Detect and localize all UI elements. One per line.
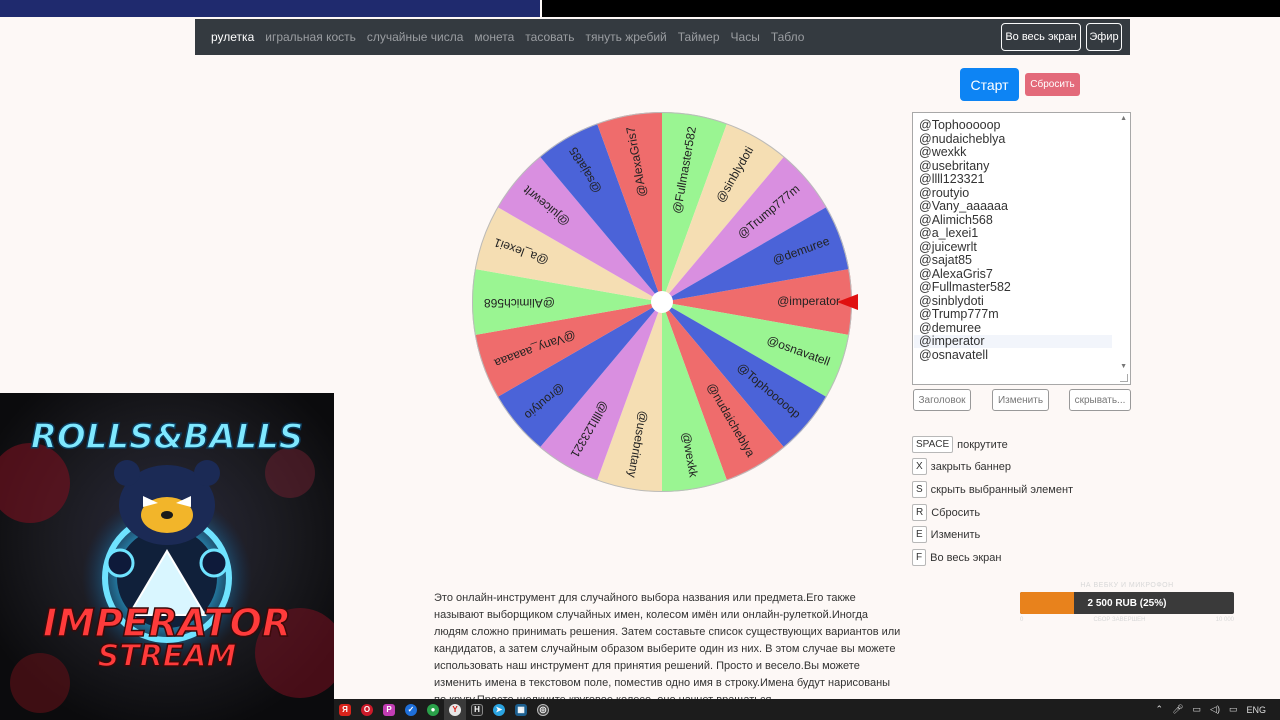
browser-top-strip [0,0,540,17]
opera-icon[interactable]: O [356,699,378,720]
key-cap: E [912,526,927,543]
system-tray: ⌃ 🎤︎ ▭ ◁) ▭ ENG [1147,699,1266,720]
nav-timer[interactable]: Таймер [678,30,720,44]
donation-title: НА ВЕБКУ И МИКРОФОН [1080,582,1174,589]
names-list-item: @a_lexei1 [919,226,979,240]
shortcut-label: Во весь экран [930,551,1002,564]
donation-amount: 2 500 RUB (25%) [1087,597,1167,609]
fullscreen-button[interactable]: Во весь экран [1001,23,1081,51]
input-language[interactable]: ENG [1246,705,1266,715]
microphone-icon[interactable]: 🎤︎ [1172,704,1183,715]
shortcut-label: закрыть баннер [930,460,1012,473]
key-cap: R [912,504,928,521]
shortcut-e: E Изменить [912,526,980,543]
names-list-item: @juicewrlt [919,239,977,254]
names-list-item: @Vany_aaaaaa [919,199,1008,213]
check-app-icon[interactable]: ✓ [400,699,422,720]
chrome-icon[interactable]: ● [422,699,444,720]
shortcut-label: Сбросить [931,506,981,519]
roulette-wheel[interactable]: @imperator @osnavatell @Tophooooop @nudaich… [472,112,858,492]
shortcut-f: F Во весь экран [912,549,1001,566]
title-button[interactable]: Заголовок [913,389,971,411]
names-list-item: @Tophooooop [919,118,1001,132]
browser-top-strip-dark [542,0,1280,17]
volume-icon[interactable]: ◁) [1210,704,1220,715]
names-list-item: @osnavatell [919,347,988,362]
donation-min: 0 [1020,617,1024,623]
key-cap: S [912,481,927,498]
nav-scoreboard[interactable]: Табло [771,30,805,44]
resize-grip-icon[interactable] [1120,374,1128,382]
yandex-icon[interactable]: Я [334,699,356,720]
names-list-item: @nudaicheblya [919,131,1006,146]
scroll-up-arrow-icon[interactable]: ▲ [1120,115,1127,122]
telegram-icon[interactable]: ➤ [488,699,510,720]
shortcut-s: S скрыть выбранный элемент [912,481,1073,498]
shortcut-label: покрутите [957,438,1008,451]
donation-goal-widget: НА ВЕБКУ И МИКРОФОН 2 500 RUB (25%) 0 СБ… [1020,582,1234,623]
nav-draw-lots[interactable]: тянуть жребий [586,30,667,44]
nav-coin[interactable]: монета [474,30,514,44]
names-list-item: @routyio [919,185,970,200]
names-list-item: @Alimich568 [919,212,993,227]
names-list-item: @wexkk [919,145,967,159]
donation-status: СБОР ЗАВЕРШЕН [1093,617,1146,623]
nav-shuffle[interactable]: тасовать [525,30,574,44]
battery-icon[interactable]: ▭ [1229,704,1238,715]
network-icon[interactable]: ▭ [1193,704,1202,715]
key-cap: SPACE [912,436,954,453]
shortcut-space: SPACE покрутите [912,436,1008,453]
names-list-item: @llll123321 [919,172,985,186]
reset-button[interactable]: Сбросить [1025,73,1080,96]
names-list: @Tophooooop @nudaicheblya @wexkk @usebritan… [919,118,1130,362]
logo-title-top: ROLLS&BALLS [31,417,304,457]
edit-button[interactable]: Изменить [992,389,1049,411]
names-textarea[interactable]: @Tophooooop @nudaicheblya @wexkk @usebritan… [912,112,1131,385]
yandex-browser-icon[interactable]: Y [444,699,466,720]
pycharm-icon[interactable]: P [378,699,400,720]
start-button[interactable]: Старт [960,68,1019,101]
shortcut-r: R Сбросить [912,504,980,521]
names-list-item: @sinblydoti [919,293,984,308]
scroll-down-arrow-icon[interactable]: ▼ [1120,363,1127,370]
nav-dice[interactable]: игральная кость [265,30,356,44]
wheel-hub [651,291,673,313]
shortcut-label: Изменить [930,528,981,541]
donation-max: 10 000 [1215,617,1234,623]
donation-footer: 0 СБОР ЗАВЕРШЕН 10 000 [1020,617,1234,623]
names-list-item: @Fullmaster582 [919,280,1011,294]
donation-progress-bar: 2 500 RUB (25%) [1020,592,1234,614]
stream-overlay-logo: ROLLS&BALLS IMPERATOR STREAM [0,393,334,720]
names-list-item: @demuree [919,320,982,335]
hide-button[interactable]: скрывать... [1069,389,1131,411]
key-cap: F [912,549,927,566]
tray-chevron-icon[interactable]: ⌃ [1156,704,1164,715]
windows-taskbar: Я O P ✓ ● Y H ➤ ▦ ◎ ⌃ 🎤︎ ▭ ◁) ▭ ENG [334,699,1280,720]
nav-roulette[interactable]: рулетка [211,30,254,44]
names-list-item: @usebritany [919,158,990,173]
wheel-segment-label: @imperator [777,294,840,308]
names-list-item: @imperator [919,334,985,348]
names-list-item: @Trump777m [919,307,999,321]
names-list-item: @AlexaGris7 [919,266,993,281]
wheel-canvas[interactable]: @imperator@osnavatell@Tophooooop@nudaich… [472,112,862,492]
names-list-item: @sajat85 [919,253,972,267]
logo-title-bottom-2: STREAM [98,639,237,674]
obs-icon[interactable]: ◎ [532,699,554,720]
key-cap: X [912,458,927,475]
nav-clock[interactable]: Часы [731,30,760,44]
nav-random-numbers[interactable]: случайные числа [367,30,464,44]
live-button[interactable]: Эфир [1086,23,1122,51]
top-navbar: рулетка игральная кость случайные числа … [195,19,1130,55]
description-text: Это онлайн-инструмент для случайного выб… [434,592,901,706]
wheel-segment-label: @Alimich568 [484,296,555,310]
streaming-app-icon[interactable]: ▦ [510,699,532,720]
shortcut-label: скрыть выбранный элемент [930,483,1074,496]
notes-icon[interactable]: H [466,699,488,720]
stream-logo-art: ROLLS&BALLS IMPERATOR STREAM [0,393,334,720]
shortcut-x: X закрыть баннер [912,458,1011,475]
